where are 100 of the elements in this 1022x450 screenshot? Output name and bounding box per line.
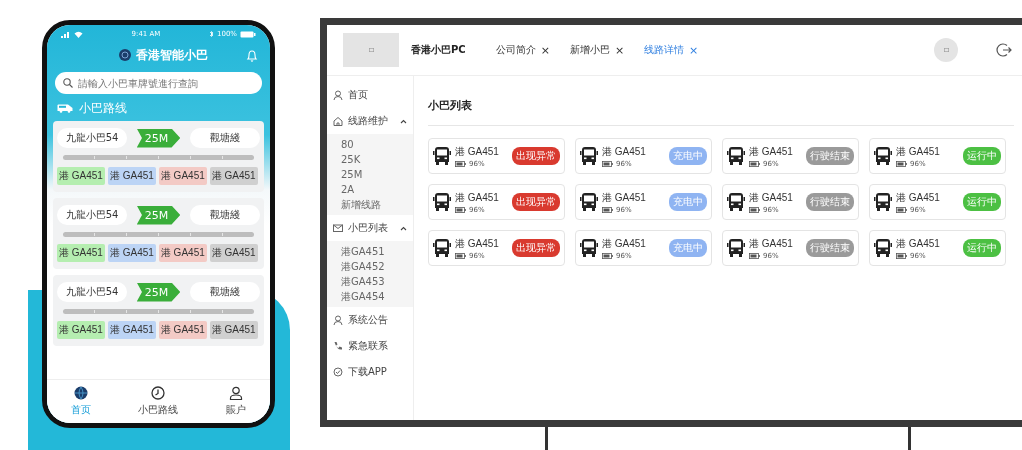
plate-tag[interactable]: 港 GA451 — [57, 321, 105, 339]
route-card[interactable]: 九龍小巴54 25M 觀塘綫 港 GA451 港 GA451 港 GA451 港 GA451 — [53, 198, 264, 269]
plate-number: 港 GA451 — [749, 236, 793, 251]
route-card[interactable]: 九龍小巴54 25M 觀塘綫 港 GA451 港 GA451 港 GA451 港 GA451 — [53, 275, 264, 346]
page-title: 小巴列表 — [428, 90, 1014, 126]
status-badge: 出现异常 — [512, 147, 560, 165]
submenu-item[interactable]: 港GA452 — [327, 259, 413, 274]
bell-icon[interactable] — [246, 48, 258, 62]
phone-icon — [333, 341, 343, 351]
logout-icon[interactable] — [996, 42, 1012, 58]
user-icon — [229, 386, 244, 400]
bus-icon — [580, 238, 598, 258]
submenu-item[interactable]: 港GA451 — [327, 244, 413, 259]
close-tab-button[interactable]: × — [689, 43, 699, 57]
plate-tag[interactable]: 港 GA451 — [209, 244, 258, 262]
status-badge: 运行中 — [963, 147, 1001, 165]
bus-icon — [433, 238, 451, 258]
plate-number: 港 GA451 — [455, 190, 499, 205]
user-icon — [333, 90, 343, 100]
route-number: 25M — [136, 282, 181, 302]
sidebar-item[interactable]: 系统公告 — [327, 307, 413, 333]
nav-tab[interactable]: 新增小巴 × — [569, 43, 625, 57]
status-badge: 充电中 — [669, 147, 707, 165]
route-number: 25M — [136, 205, 181, 225]
submenu-item[interactable]: 新增线路 — [327, 197, 413, 212]
status-badge: 出现异常 — [512, 193, 560, 211]
origin-stop: 九龍小巴54 — [57, 128, 127, 148]
plate-number: 港 GA451 — [896, 236, 940, 251]
battery-icon — [896, 160, 907, 167]
plate-tag[interactable]: 港 GA451 — [57, 244, 105, 262]
bus-icon — [874, 192, 892, 212]
plate-tag[interactable]: 港 GA451 — [107, 244, 156, 262]
plate-tag[interactable]: 港 GA451 — [158, 321, 207, 339]
app-title: 香港智能小巴 — [136, 46, 208, 64]
house-icon — [333, 116, 343, 126]
close-tab-button[interactable]: × — [540, 43, 550, 57]
battery-icon — [602, 160, 613, 167]
tab-bar-item[interactable]: 小巴路线 — [138, 386, 179, 417]
plate-number: 港 GA451 — [455, 144, 499, 159]
avatar[interactable] — [934, 38, 958, 62]
plate-number: 港 GA451 — [602, 144, 646, 159]
plate-tag[interactable]: 港 GA451 — [57, 167, 105, 185]
battery-icon — [602, 206, 613, 213]
battery-icon — [749, 252, 760, 259]
close-tab-button[interactable]: × — [614, 43, 625, 57]
battery-icon — [455, 206, 466, 213]
envelope-icon — [333, 223, 343, 233]
submenu-item[interactable]: 2A — [327, 182, 413, 197]
submenu-item[interactable]: 25M — [327, 167, 413, 182]
submenu-item[interactable]: 25K — [327, 152, 413, 167]
sidebar-item[interactable]: 紧急联系 — [327, 333, 413, 359]
sidebar-item[interactable]: 线路维护 — [327, 108, 413, 134]
submenu-item[interactable]: 80 — [327, 137, 413, 152]
plate-number: 港 GA451 — [896, 190, 940, 205]
plate-tag[interactable]: 港 GA451 — [107, 167, 156, 185]
sidebar-item[interactable]: 小巴列表 — [327, 215, 413, 241]
battery-icon — [240, 30, 256, 38]
plate-number: 港 GA451 — [455, 236, 499, 251]
battery-icon — [749, 160, 760, 167]
status-badge: 充电中 — [669, 239, 707, 257]
signal-icon — [61, 30, 71, 38]
plate-tag[interactable]: 港 GA451 — [209, 321, 258, 339]
section-title: 小巴路线 — [79, 100, 127, 117]
image-icon — [943, 48, 949, 52]
route-card[interactable]: 九龍小巴54 25M 觀塘綫 港 GA451 港 GA451 港 GA451 港 GA451 — [53, 121, 264, 192]
bus-icon — [433, 146, 451, 166]
plate-number: 港 GA451 — [896, 144, 940, 159]
tab-bar-item[interactable]: 賬户 — [226, 386, 247, 417]
globe-icon — [73, 386, 88, 400]
destination-stop: 觀塘綫 — [190, 205, 260, 225]
status-badge: 行驶结束 — [806, 239, 854, 257]
bus-icon — [433, 192, 451, 212]
bus-icon — [727, 238, 745, 258]
status-badge: 运行中 — [963, 239, 1001, 257]
plate-tag[interactable]: 港 GA451 — [107, 321, 156, 339]
search-field[interactable]: 請輸入小巴車牌號進行查詢 — [55, 72, 262, 94]
nav-tab[interactable]: 线路详情 × — [644, 43, 699, 57]
status-badge: 充电中 — [669, 193, 707, 211]
plate-number: 港 GA451 — [749, 190, 793, 205]
submenu-item[interactable]: 港GA453 — [327, 274, 413, 289]
sidebar-item[interactable]: 首页 — [327, 82, 413, 108]
plate-number: 港 GA451 — [602, 236, 646, 251]
bus-icon — [727, 146, 745, 166]
nav-tab[interactable]: 公司简介 × — [495, 43, 550, 57]
logo-icon — [119, 49, 131, 61]
plate-tag[interactable]: 港 GA451 — [158, 244, 207, 262]
plate-tag[interactable]: 港 GA451 — [209, 167, 258, 185]
plate-number: 港 GA451 — [602, 190, 646, 205]
user-icon — [333, 315, 343, 325]
battery-icon — [896, 206, 907, 213]
battery-icon — [455, 160, 466, 167]
battery-icon — [749, 206, 760, 213]
sidebar-item[interactable]: 下载APP — [327, 359, 413, 385]
plate-tag[interactable]: 港 GA451 — [158, 167, 207, 185]
status-badge: 出现异常 — [512, 239, 560, 257]
battery-icon — [896, 252, 907, 259]
clock-icon — [151, 386, 166, 400]
battery-icon — [455, 252, 466, 259]
plate-number: 港 GA451 — [749, 144, 793, 159]
submenu-item[interactable]: 港GA454 — [327, 289, 413, 304]
